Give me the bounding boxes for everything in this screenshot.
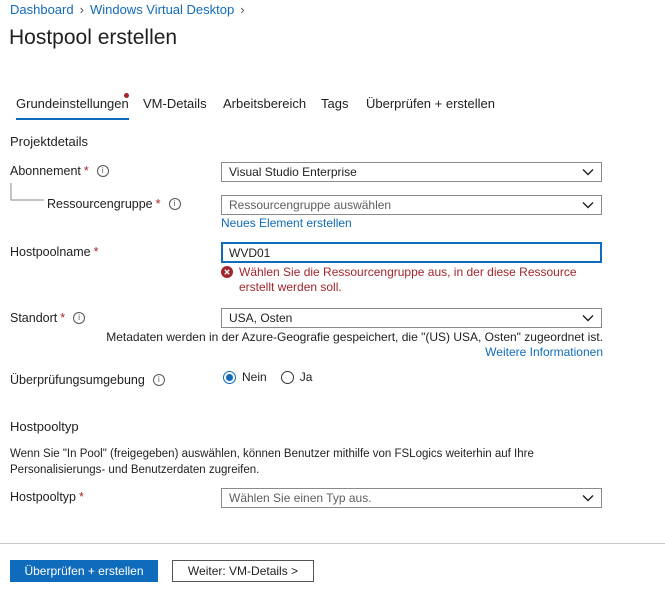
error-dot-icon bbox=[124, 93, 129, 98]
tab-arbeitsbereich[interactable]: Arbeitsbereich bbox=[223, 96, 306, 111]
standort-label: Standort * i bbox=[10, 311, 86, 325]
error-icon bbox=[221, 266, 233, 278]
required-mark: * bbox=[83, 164, 89, 178]
breadcrumb-dashboard[interactable]: Dashboard bbox=[10, 2, 74, 17]
weitere-informationen-link[interactable]: Weitere Informationen bbox=[485, 345, 603, 359]
chevron-down-icon bbox=[582, 315, 594, 322]
section-hostpooltyp: Hostpooltyp bbox=[10, 419, 79, 434]
next-vm-details-button[interactable]: Weiter: VM-Details > bbox=[172, 560, 314, 582]
info-icon[interactable]: i bbox=[152, 374, 165, 386]
required-mark: * bbox=[155, 197, 161, 211]
chevron-right-icon: › bbox=[240, 2, 245, 17]
tree-connector bbox=[10, 183, 44, 201]
info-icon[interactable]: i bbox=[96, 165, 109, 177]
abonnement-select[interactable]: Visual Studio Enterprise bbox=[221, 162, 602, 182]
standort-note: Metadaten werden in der Azure-Geografie … bbox=[106, 330, 603, 344]
info-icon[interactable]: i bbox=[73, 312, 86, 324]
review-create-button[interactable]: Überprüfen + erstellen bbox=[10, 560, 158, 582]
hostpoolname-error: Wählen Sie die Ressourcengruppe aus, in … bbox=[221, 265, 611, 295]
ressourcengruppe-label: Ressourcengruppe * i bbox=[47, 197, 181, 211]
standort-select[interactable]: USA, Osten bbox=[221, 308, 602, 328]
tab-tags[interactable]: Tags bbox=[321, 96, 348, 111]
required-mark: * bbox=[79, 490, 84, 504]
hostpoolname-input[interactable]: WVD01 bbox=[221, 242, 602, 263]
tab-ueberpruefen[interactable]: Überprüfen + erstellen bbox=[366, 96, 495, 111]
chevron-right-icon: › bbox=[79, 2, 84, 17]
validation-label: Überprüfungsumgebung i bbox=[10, 373, 165, 387]
chevron-down-icon bbox=[582, 169, 594, 176]
chevron-down-icon bbox=[582, 495, 594, 502]
chevron-down-icon bbox=[582, 202, 594, 209]
radio-ja[interactable] bbox=[280, 370, 294, 384]
ressourcengruppe-select[interactable]: Ressourcengruppe auswählen bbox=[221, 195, 602, 215]
breadcrumb-wvd[interactable]: Windows Virtual Desktop bbox=[90, 2, 234, 17]
hostpooltyp-label: Hostpooltyp * bbox=[10, 490, 84, 504]
neues-element-link[interactable]: Neues Element erstellen bbox=[221, 216, 352, 230]
tab-vm-details[interactable]: VM-Details bbox=[143, 96, 207, 111]
tab-grundeinstellungen[interactable]: Grundeinstellungen bbox=[16, 96, 129, 120]
info-icon[interactable]: i bbox=[168, 198, 181, 210]
hostpooltyp-select[interactable]: Wählen Sie einen Typ aus. bbox=[221, 488, 602, 508]
required-mark: * bbox=[93, 245, 99, 259]
section-projektdetails: Projektdetails bbox=[10, 134, 89, 149]
breadcrumb: Dashboard › Windows Virtual Desktop › bbox=[10, 2, 245, 17]
page-title: Hostpool erstellen bbox=[9, 26, 178, 49]
abonnement-label: Abonnement * i bbox=[10, 164, 109, 178]
radio-nein[interactable] bbox=[223, 370, 236, 384]
required-mark: * bbox=[60, 311, 66, 325]
footer-divider bbox=[0, 543, 665, 544]
tab-bar: Grundeinstellungen VM-Details Arbeitsber… bbox=[0, 93, 665, 122]
validation-radio-group: Nein Ja bbox=[223, 370, 312, 384]
hostpooltyp-description: Wenn Sie "In Pool" (freigegeben) auswähl… bbox=[10, 448, 534, 476]
hostpoolname-label: Hostpoolname * bbox=[10, 245, 99, 259]
